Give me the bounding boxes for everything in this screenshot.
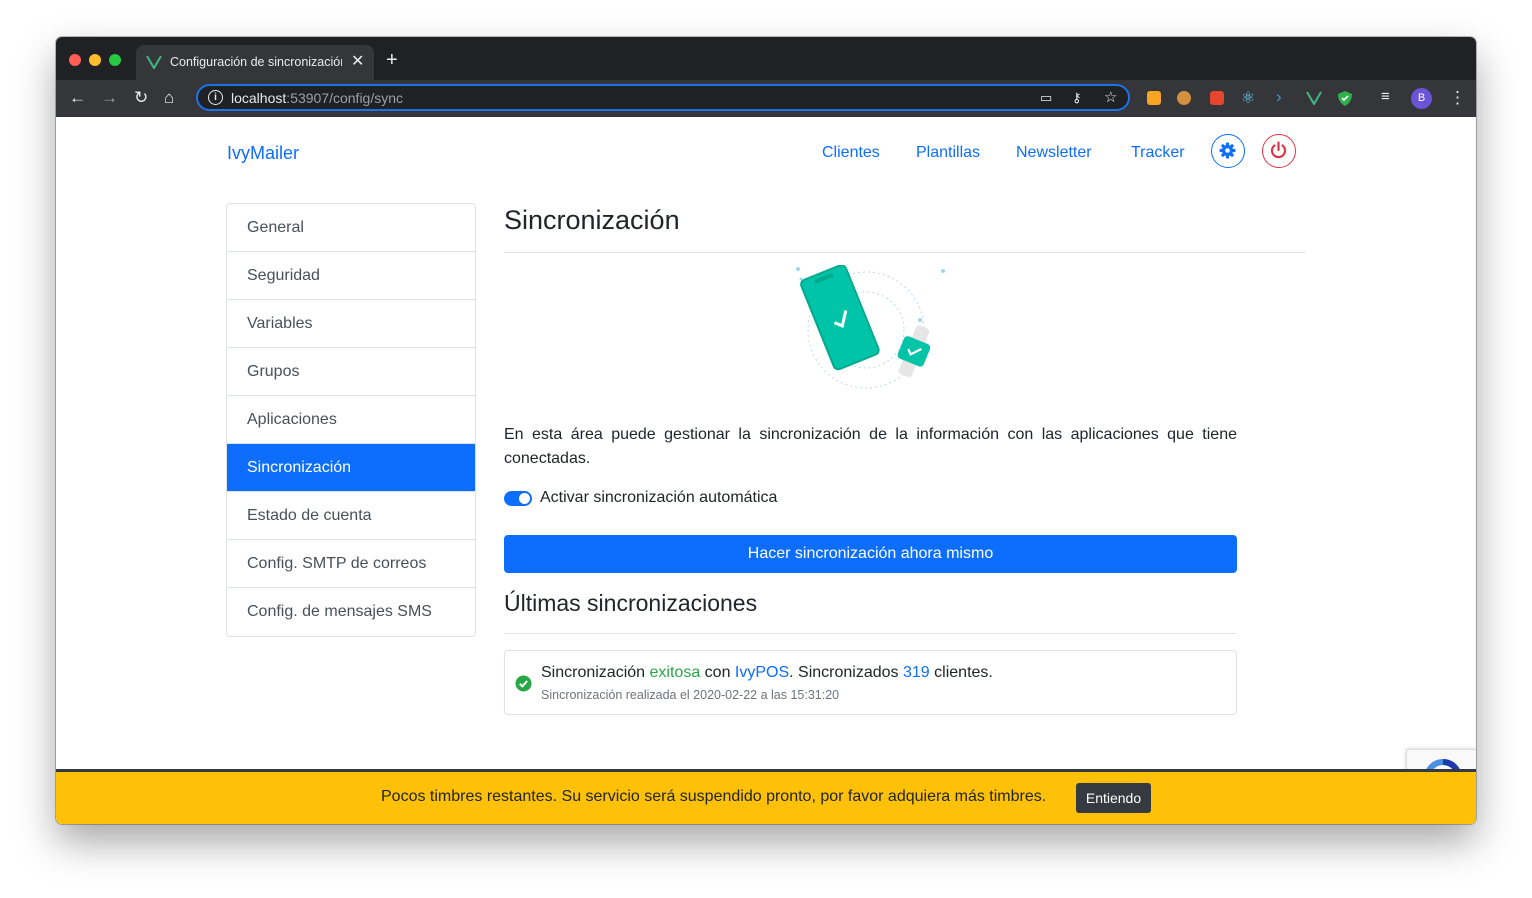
sidebar-item-smtp[interactable]: Config. SMTP de correos bbox=[227, 540, 475, 588]
close-window-button[interactable] bbox=[69, 54, 81, 66]
extension-icon[interactable] bbox=[1210, 91, 1224, 105]
sync-status: exitosa bbox=[649, 664, 701, 681]
site-info-icon[interactable]: i bbox=[208, 90, 223, 105]
key-icon[interactable]: ⚷ bbox=[1072, 90, 1082, 106]
sidebar-item-aplicaciones[interactable]: Aplicaciones bbox=[227, 396, 475, 444]
sidebar-item-seguridad[interactable]: Seguridad bbox=[227, 252, 475, 300]
cast-icon[interactable]: ▭ bbox=[1040, 90, 1052, 106]
power-icon bbox=[1270, 141, 1287, 159]
extension-icon[interactable] bbox=[1147, 91, 1161, 105]
cookie-extension-icon[interactable] bbox=[1177, 91, 1191, 105]
vue-favicon-icon bbox=[146, 55, 162, 74]
settings-button[interactable] bbox=[1211, 134, 1245, 168]
tab-strip: Configuración de sincronización ✕ + bbox=[56, 37, 1476, 80]
vue-devtools-icon[interactable] bbox=[1306, 91, 1322, 110]
nav-link-clientes[interactable]: Clientes bbox=[822, 144, 880, 162]
sync-count: 319 bbox=[903, 664, 930, 681]
shield-icon[interactable] bbox=[1337, 90, 1353, 112]
sync-timestamp: Sincronización realizada el 2020-02-22 a… bbox=[541, 688, 840, 702]
sync-description: En esta área puede gestionar la sincroni… bbox=[504, 426, 1237, 467]
menu-dots-icon[interactable]: ⋮ bbox=[1449, 88, 1466, 108]
home-icon[interactable]: ⌂ bbox=[164, 88, 174, 108]
title-divider bbox=[504, 252, 1306, 253]
forward-icon[interactable]: → bbox=[101, 88, 118, 108]
banner-message: Pocos timbres restantes. Su servicio ser… bbox=[381, 788, 1047, 805]
dismiss-banner-button[interactable]: Entiendo bbox=[1076, 783, 1151, 813]
low-credit-banner: Pocos timbres restantes. Su servicio ser… bbox=[56, 769, 1476, 824]
history-divider bbox=[504, 633, 1237, 634]
react-devtools-icon[interactable]: ⚛ bbox=[1241, 88, 1255, 108]
sidebar-item-estado-de-cuenta[interactable]: Estado de cuenta bbox=[227, 492, 475, 540]
close-tab-icon[interactable]: ✕ bbox=[351, 51, 364, 71]
sidebar-item-sms[interactable]: Config. de mensajes SMS bbox=[227, 588, 475, 636]
sync-summary: Sincronización exitosa con IvyPOS. Sincr… bbox=[541, 664, 993, 682]
new-tab-icon[interactable]: + bbox=[386, 49, 398, 72]
address-bar[interactable]: i localhost:53907/config/sync ▭ ⚷ ☆ bbox=[196, 84, 1130, 111]
nav-link-plantillas[interactable]: Plantillas bbox=[916, 144, 980, 162]
media-queue-icon[interactable]: ≡ bbox=[1381, 88, 1390, 105]
url-text: localhost:53907/config/sync bbox=[231, 90, 404, 106]
sidebar-item-sincronizacion[interactable]: Sincronización bbox=[227, 444, 475, 492]
minimize-window-button[interactable] bbox=[89, 54, 101, 66]
sync-summary-suffix: clientes. bbox=[934, 664, 993, 681]
tab-title: Configuración de sincronización bbox=[170, 55, 342, 69]
sidebar-item-general[interactable]: General bbox=[227, 204, 475, 252]
sync-app-name: IvyPOS bbox=[734, 664, 790, 681]
sidebar-item-variables[interactable]: Variables bbox=[227, 300, 475, 348]
settings-sidebar: General Seguridad Variables Grupos Aplic… bbox=[226, 203, 476, 637]
sync-summary-with: con bbox=[704, 664, 731, 681]
back-icon[interactable]: ← bbox=[69, 88, 86, 108]
auto-sync-toggle[interactable] bbox=[504, 491, 532, 506]
bookmark-star-icon[interactable]: ☆ bbox=[1104, 88, 1117, 106]
reload-icon[interactable]: ↻ bbox=[134, 88, 148, 108]
browser-toolbar: ← → ↻ ⌂ i localhost:53907/config/sync ▭ … bbox=[56, 80, 1476, 117]
toggle-knob bbox=[519, 493, 530, 504]
chevron-right-icon[interactable]: › bbox=[1276, 87, 1282, 107]
browser-tab[interactable]: Configuración de sincronización ✕ bbox=[136, 45, 374, 80]
profile-avatar[interactable]: B bbox=[1411, 88, 1432, 109]
sync-summary-synced: . Sincronizados bbox=[789, 664, 899, 681]
gear-icon bbox=[1219, 142, 1236, 159]
sidebar-item-grupos[interactable]: Grupos bbox=[227, 348, 475, 396]
sync-illustration bbox=[786, 264, 946, 395]
brand-logo[interactable]: IvyMailer bbox=[227, 143, 299, 164]
success-check-icon bbox=[515, 675, 532, 697]
history-title: Últimas sincronizaciones bbox=[504, 590, 758, 616]
logout-button[interactable] bbox=[1262, 134, 1296, 168]
sync-summary-prefix: Sincronización bbox=[541, 664, 646, 681]
auto-sync-label[interactable]: Activar sincronización automática bbox=[540, 489, 777, 507]
sync-now-button[interactable]: Hacer sincronización ahora mismo bbox=[504, 535, 1237, 573]
page-content: IvyMailer Clientes Plantillas Newsletter… bbox=[56, 117, 1476, 824]
nav-link-tracker[interactable]: Tracker bbox=[1131, 144, 1185, 162]
sync-history-item: Sincronización exitosa con IvyPOS. Sincr… bbox=[504, 650, 1237, 715]
maximize-window-button[interactable] bbox=[109, 54, 121, 66]
nav-link-newsletter[interactable]: Newsletter bbox=[1016, 144, 1092, 162]
page-title: Sincronización bbox=[504, 205, 680, 235]
browser-window: Configuración de sincronización ✕ + ← → … bbox=[56, 37, 1476, 824]
